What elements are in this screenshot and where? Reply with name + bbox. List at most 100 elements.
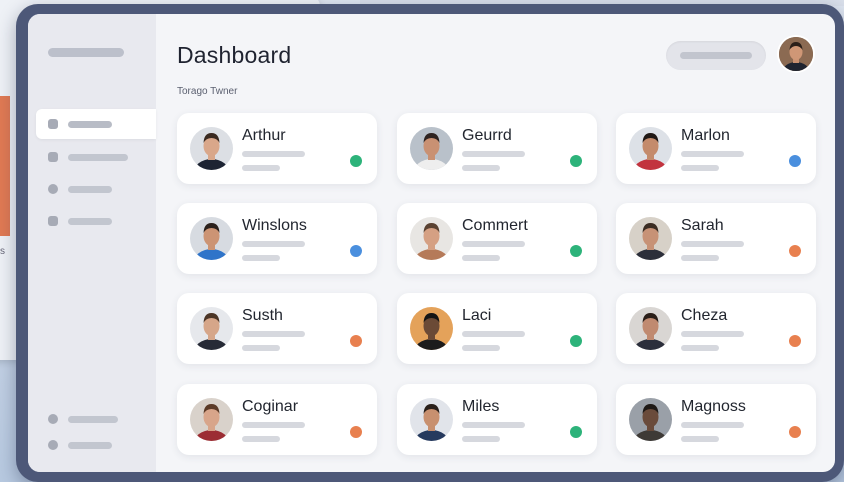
square-icon: [48, 119, 58, 129]
contact-detail-line: [462, 422, 525, 428]
circle-icon: [48, 184, 58, 194]
avatar: [190, 127, 233, 170]
contact-card[interactable]: Marlon: [616, 113, 816, 184]
page-subtitle: Torago Twner: [177, 86, 238, 97]
avatar: [410, 398, 453, 441]
app-screen: Dashboard Torago Twner Arthur Geurrd Marlo…: [28, 14, 835, 472]
contact-detail-line: [242, 331, 305, 337]
status-indicator: [789, 335, 801, 347]
avatar: [410, 127, 453, 170]
contact-card[interactable]: Winslons: [177, 203, 377, 274]
contact-name: Cheza: [681, 307, 728, 324]
sidebar-item-3[interactable]: [36, 174, 156, 204]
contact-detail-line: [462, 241, 525, 247]
search-placeholder-bar: [680, 52, 752, 59]
contact-detail-line: [242, 255, 280, 261]
contact-card[interactable]: Commert: [397, 203, 597, 274]
status-indicator: [350, 245, 362, 257]
background-accent-bar: [0, 96, 10, 236]
contact-detail-line: [681, 331, 744, 337]
page-title: Dashboard: [177, 42, 292, 68]
contact-detail-line: [242, 151, 305, 157]
status-indicator: [570, 155, 582, 167]
background-text: s: [0, 246, 5, 257]
contact-name: Commert: [462, 217, 528, 234]
contact-card[interactable]: Laci: [397, 293, 597, 364]
avatar: [410, 307, 453, 350]
contact-card[interactable]: Coginar: [177, 384, 377, 455]
avatar: [629, 307, 672, 350]
sidebar-item-2[interactable]: [36, 142, 156, 172]
contact-detail-line: [462, 345, 500, 351]
square-icon: [48, 216, 58, 226]
sidebar: [28, 14, 156, 472]
search-bar[interactable]: [666, 41, 766, 70]
sidebar-item-label: [68, 185, 112, 193]
sidebar-logo: [48, 48, 124, 57]
sidebar-item-logout[interactable]: [36, 430, 156, 460]
avatar: [190, 307, 233, 350]
avatar: [410, 217, 453, 260]
contact-detail-line: [462, 151, 525, 157]
status-indicator: [789, 155, 801, 167]
sidebar-item-label: [68, 441, 112, 449]
contact-card[interactable]: Cheza: [616, 293, 816, 364]
contact-detail-line: [462, 331, 525, 337]
contact-name: Marlon: [681, 127, 730, 144]
contact-card[interactable]: Susth: [177, 293, 377, 364]
user-avatar[interactable]: [779, 37, 813, 71]
avatar: [629, 127, 672, 170]
status-indicator: [350, 155, 362, 167]
contact-detail-line: [462, 436, 500, 442]
contact-detail-line: [681, 241, 744, 247]
contact-detail-line: [681, 255, 719, 261]
contact-name: Susth: [242, 307, 283, 324]
avatar: [629, 217, 672, 260]
contact-card[interactable]: Magnoss: [616, 384, 816, 455]
contact-name: Winslons: [242, 217, 307, 234]
status-indicator: [350, 335, 362, 347]
gear-icon: [48, 440, 58, 450]
contact-name: Coginar: [242, 398, 299, 415]
contact-name: Miles: [462, 398, 500, 415]
document-icon: [48, 152, 58, 162]
avatar: [190, 398, 233, 441]
contact-detail-line: [681, 436, 719, 442]
sidebar-item-1[interactable]: [36, 109, 156, 139]
contact-detail-line: [681, 151, 744, 157]
status-indicator: [789, 426, 801, 438]
device-frame: Dashboard Torago Twner Arthur Geurrd Marlo…: [16, 4, 844, 482]
contact-detail-line: [242, 436, 280, 442]
contact-detail-line: [242, 345, 280, 351]
contact-detail-line: [462, 255, 500, 261]
contact-detail-line: [462, 165, 500, 171]
contact-card[interactable]: Geurrd: [397, 113, 597, 184]
status-indicator: [350, 426, 362, 438]
clock-icon: [48, 414, 58, 424]
contact-card[interactable]: Arthur: [177, 113, 377, 184]
contact-detail-line: [681, 165, 719, 171]
contact-detail-line: [681, 345, 719, 351]
avatar: [629, 398, 672, 441]
status-indicator: [570, 245, 582, 257]
sidebar-item-label: [68, 217, 112, 225]
contact-name: Magnoss: [681, 398, 746, 415]
sidebar-item-label: [68, 120, 112, 128]
contact-detail-line: [242, 241, 305, 247]
contact-detail-line: [242, 422, 305, 428]
contact-name: Sarah: [681, 217, 724, 234]
status-indicator: [789, 245, 801, 257]
contact-detail-line: [242, 165, 280, 171]
sidebar-item-label: [68, 153, 128, 161]
status-indicator: [570, 426, 582, 438]
contact-card[interactable]: Miles: [397, 384, 597, 455]
sidebar-item-4[interactable]: [36, 206, 156, 236]
contact-detail-line: [681, 422, 744, 428]
avatar: [190, 217, 233, 260]
contact-name: Arthur: [242, 127, 286, 144]
contact-name: Laci: [462, 307, 492, 324]
status-indicator: [570, 335, 582, 347]
sidebar-item-label: [68, 415, 118, 423]
contact-card[interactable]: Sarah: [616, 203, 816, 274]
contact-name: Geurrd: [462, 127, 512, 144]
